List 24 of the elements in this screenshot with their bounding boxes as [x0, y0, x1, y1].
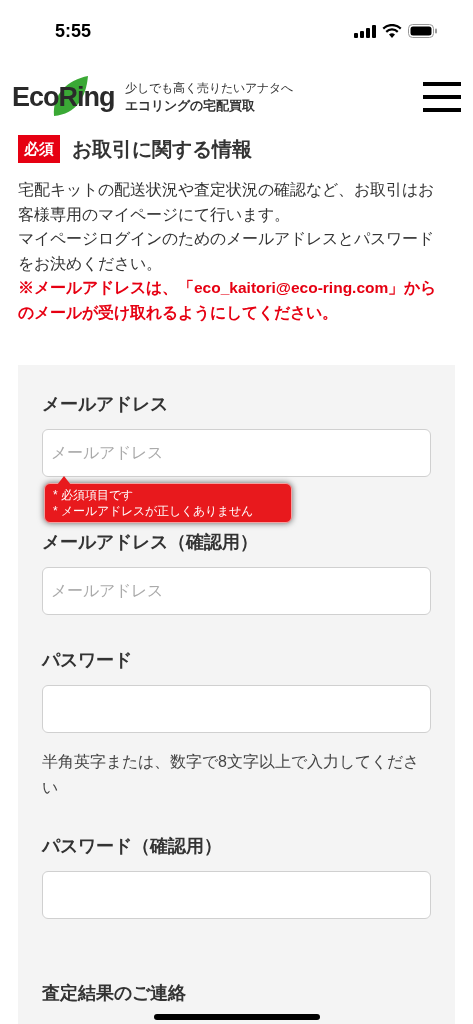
input-field[interactable]: [42, 685, 431, 733]
wifi-icon: [382, 24, 402, 38]
battery-icon: [408, 24, 437, 38]
email-notice: ※メールアドレスは、「eco_kaitori@eco-ring.com」からのメールが受け取れるようにしてください。: [18, 278, 437, 324]
menu-button[interactable]: [423, 82, 461, 112]
error-message: * メールアドレスが正しくありません: [53, 503, 254, 519]
input-field[interactable]: メールアドレス: [42, 429, 431, 477]
site-subtitle: エコリングの宅配買取: [124, 97, 256, 115]
field-label: パスワード（確認用）: [42, 835, 223, 858]
intro-text: 宅配キットの配送状況や査定状況の確認など、お取引はお客様専用のマイページにて行います。: [18, 180, 435, 225]
field-label: メールアドレス: [42, 393, 169, 416]
intro-text: マイページログインのためのメールアドレスとパスワードをお決めください。: [18, 229, 435, 274]
section-title: お取引に関する情報: [72, 137, 252, 162]
input-field[interactable]: [42, 871, 431, 919]
signal-icon: [354, 24, 376, 38]
input-field[interactable]: メールアドレス: [42, 567, 431, 615]
help-text: 半角英字または、数字で8文字以上で入力してください: [42, 752, 420, 798]
field-label: メールアドレス（確認用）: [42, 531, 259, 554]
tagline: 少しでも高く売りたいアナタへ: [124, 81, 293, 96]
required-badge: 必須: [18, 134, 60, 164]
error-message: * 必須項目です: [53, 487, 134, 503]
section-heading: 査定結果のご連絡: [42, 983, 186, 1003]
field-label: パスワード: [42, 649, 133, 672]
status-time: 5:55: [55, 19, 92, 43]
